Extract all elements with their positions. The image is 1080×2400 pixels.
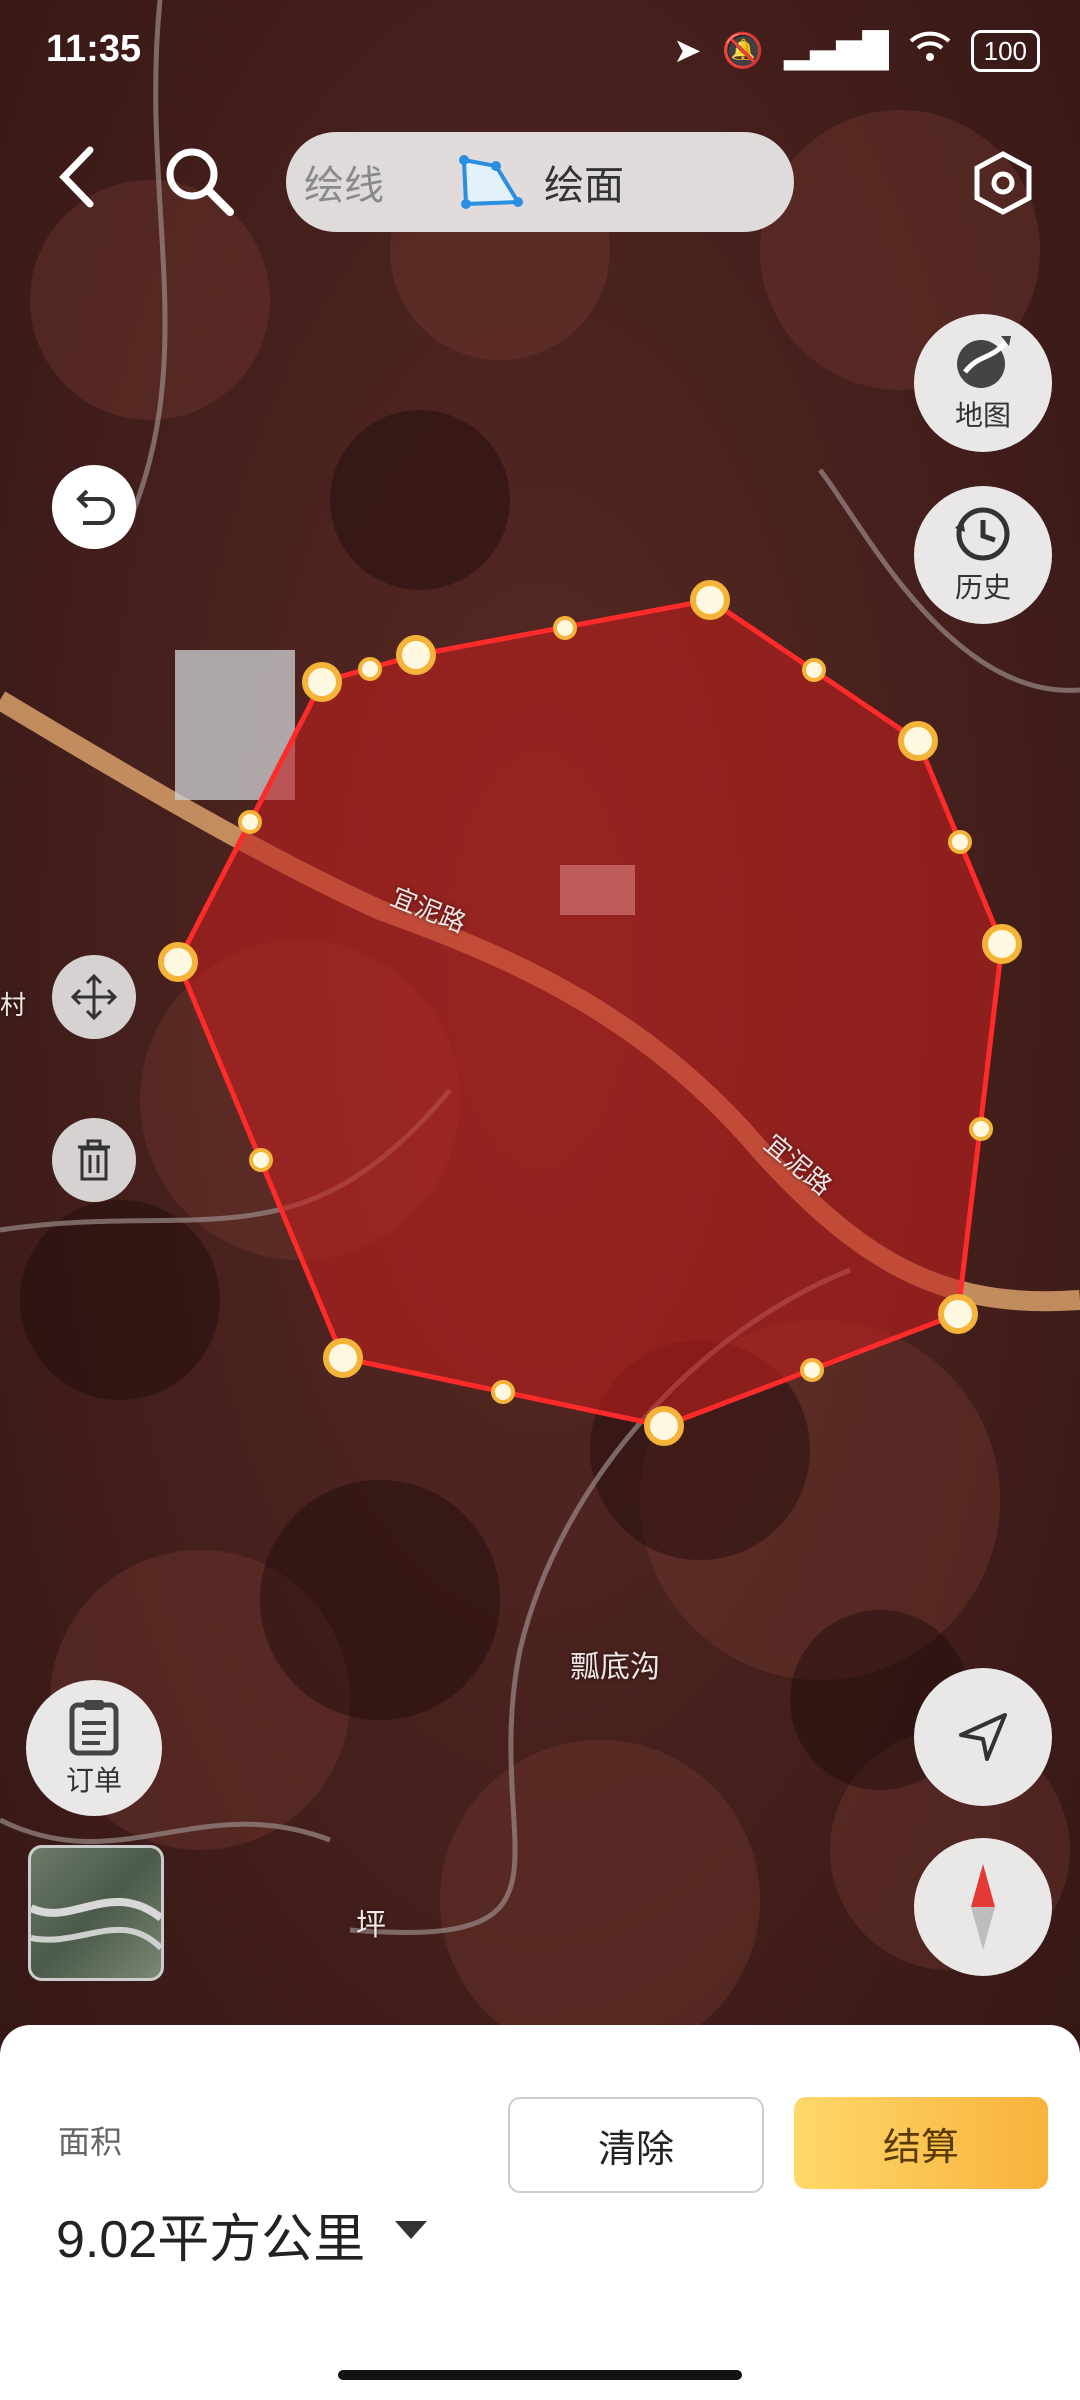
draw-line-label: 绘线	[304, 163, 384, 209]
search-button[interactable]	[160, 142, 240, 238]
compass-icon	[971, 1864, 995, 1950]
bottom-panel: 面积 9.02平方公里 清除 结算	[0, 2025, 1080, 2400]
location-icon: ➤	[673, 31, 702, 71]
history-clock-icon	[955, 507, 1010, 561]
trash-icon	[78, 1139, 110, 1181]
status-time: 11:35	[46, 28, 142, 70]
map-type-button[interactable]: 地图	[914, 314, 1052, 452]
compass-button[interactable]	[914, 1838, 1052, 1976]
mute-icon: 🔕	[721, 31, 765, 71]
clear-button[interactable]: 清除	[508, 2097, 764, 2193]
order-label: 订单	[65, 1764, 122, 1797]
home-indicator	[338, 2370, 742, 2380]
history-button[interactable]: 历史	[914, 486, 1052, 624]
draw-line-option[interactable]: 绘线	[304, 153, 384, 211]
area-label: 面积	[58, 2123, 123, 2161]
clipboard-icon	[69, 1700, 119, 1756]
move-arrows-icon	[70, 973, 118, 1021]
order-button[interactable]: 订单	[26, 1680, 162, 1816]
place-label: 瓢底沟	[570, 1650, 660, 1685]
draw-area-label: 绘面	[544, 163, 624, 209]
hexagon-settings-icon	[974, 151, 1032, 215]
chevron-left-icon	[59, 146, 94, 208]
settings-button[interactable]	[972, 150, 1034, 232]
map-globe-icon	[957, 336, 1011, 388]
unit-dropdown-icon[interactable]	[395, 2221, 427, 2239]
checkout-button[interactable]: 结算	[794, 2097, 1048, 2189]
wifi-icon	[909, 31, 951, 72]
map-type-label: 地图	[954, 399, 1011, 432]
undo-icon	[76, 489, 115, 525]
status-icons: ➤ 🔕 ▂▄▆█ 100	[673, 30, 1040, 72]
history-label: 历史	[954, 571, 1011, 604]
area-value: 9.02平方公里	[56, 2211, 366, 2269]
undo-button[interactable]	[52, 465, 136, 549]
back-button[interactable]	[52, 142, 102, 228]
draw-mode-switch[interactable]: 绘线 绘面	[286, 132, 794, 232]
draw-area-option[interactable]: 绘面	[456, 152, 624, 212]
layer-thumbnail[interactable]	[28, 1845, 164, 1981]
edge-label: 村	[0, 991, 27, 1021]
delete-button[interactable]	[52, 1118, 136, 1202]
battery-indicator: 100	[970, 30, 1040, 72]
polygon-icon	[459, 155, 523, 209]
place-label-2: 坪	[356, 1908, 386, 1943]
locate-button[interactable]	[914, 1668, 1052, 1806]
navigation-arrow-icon	[959, 1713, 1007, 1761]
signal-icon: ▂▄▆█	[784, 31, 889, 71]
search-icon	[166, 148, 234, 216]
move-button[interactable]	[52, 955, 136, 1039]
status-bar: 11:35 ➤ 🔕 ▂▄▆█ 100	[0, 0, 1080, 110]
